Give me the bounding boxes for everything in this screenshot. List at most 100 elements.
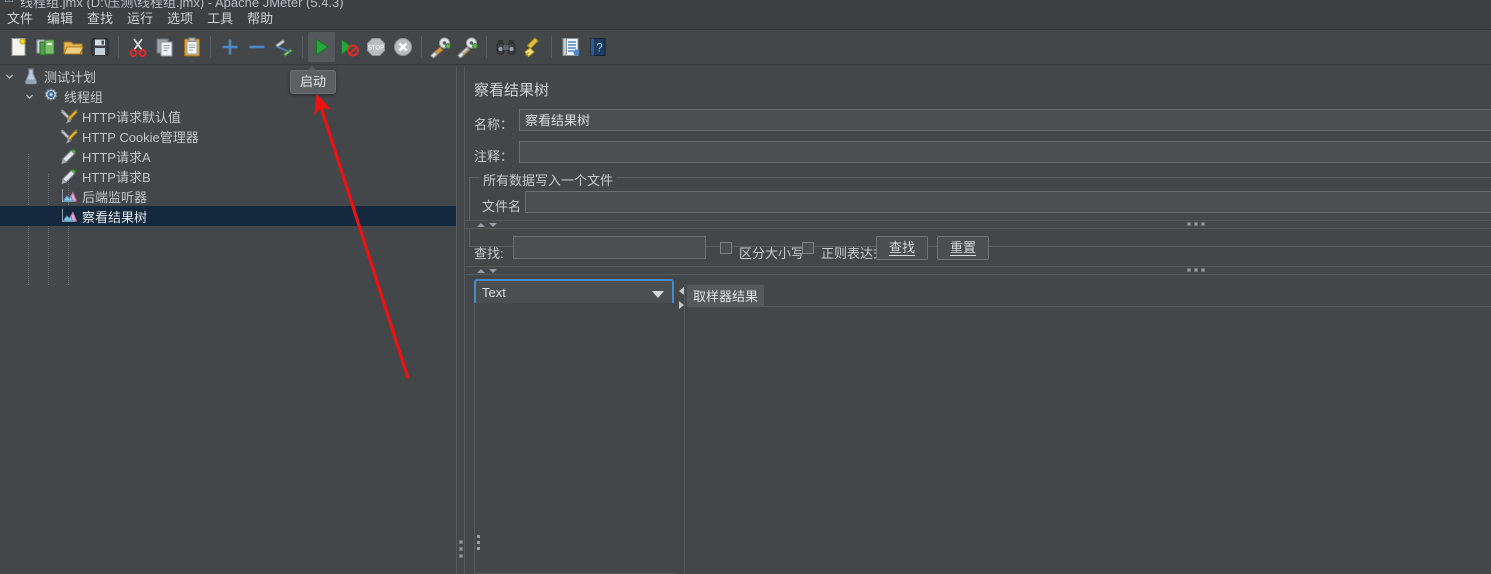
toolbar-expand-all[interactable] [216, 32, 243, 62]
menu-options[interactable]: 选项 [160, 9, 200, 29]
comment-input[interactable] [519, 141, 1491, 163]
splitter-grip-dots[interactable] [1187, 222, 1205, 226]
reset-button[interactable]: 重置 [937, 236, 989, 260]
tree-node-http-defaults[interactable]: HTTP请求默认值 [0, 106, 456, 126]
menu-help[interactable]: 帮助 [240, 9, 280, 29]
tree-node-http-request-a[interactable]: HTTP请求A [0, 146, 456, 166]
comment-label: 注释： [474, 149, 514, 164]
menu-search[interactable]: 查找 [80, 9, 120, 29]
splitter-collapse-arrows[interactable] [477, 221, 497, 228]
toolbar-clear-all[interactable] [454, 32, 481, 62]
result-content-area[interactable] [687, 308, 1491, 574]
toolbar-separator-2 [210, 36, 211, 58]
binoculars-icon [496, 40, 515, 55]
config-tools-icon [60, 129, 78, 144]
start-no-timers-icon [340, 38, 359, 57]
toolbar-start[interactable] [308, 32, 335, 62]
splitter-grip-dots[interactable] [1187, 268, 1205, 272]
toolbar-start-no-pauses[interactable] [335, 32, 362, 62]
filename-input[interactable] [525, 191, 1491, 213]
toolbar-open[interactable] [59, 32, 86, 62]
tree-node-label: 线程组 [64, 89, 104, 105]
results-list-pane[interactable] [474, 303, 683, 574]
tree-node-label: 后端监听器 [82, 189, 148, 205]
toolbar-shutdown[interactable] [389, 32, 416, 62]
tree-node-label: HTTP请求A [82, 149, 151, 165]
toolbar-help[interactable]: ? [584, 32, 611, 62]
toolbar-separator-1 [118, 36, 119, 58]
menu-bar: 文件 编辑 查找 运行 选项 工具 帮助 [0, 9, 1491, 30]
toolbar-paste[interactable] [178, 32, 205, 62]
templates-icon [36, 39, 54, 56]
tree-node-test-plan[interactable]: 测试计划 [0, 66, 456, 86]
start-button-tooltip: 启动 [290, 66, 337, 94]
tab-scroll-buttons[interactable] [677, 285, 687, 574]
toolbar-clear[interactable] [427, 32, 454, 62]
toolbar-save[interactable] [86, 32, 113, 62]
jmeter-window: ⚠ 线程组.jmx (D:\压测\线程组.jmx) - Apache JMete… [0, 0, 1491, 574]
menu-file[interactable]: 文件 [0, 9, 40, 29]
toolbar-templates[interactable] [32, 32, 59, 62]
find-button[interactable]: 查找 [876, 236, 928, 260]
plus-icon [222, 39, 237, 55]
name-input[interactable]: 察看结果树 [519, 109, 1491, 131]
config-tools-icon [60, 109, 78, 124]
tree-node-thread-group[interactable]: 线程组 [0, 86, 456, 106]
menu-tools[interactable]: 工具 [200, 9, 240, 29]
results-pane-grip[interactable] [477, 535, 480, 553]
tab-sampler-result[interactable]: 取样器结果 [687, 285, 765, 306]
minus-icon [249, 45, 264, 49]
reset-button-label: 重置 [949, 240, 976, 256]
tree-node-backend-listener[interactable]: 后端监听器 [0, 186, 456, 206]
splitter-collapse-arrows[interactable] [477, 267, 497, 274]
horizontal-splitter-bottom[interactable] [465, 266, 1491, 275]
toolbar-function-helper[interactable] [557, 32, 584, 62]
renderer-select[interactable]: Text [474, 279, 674, 306]
menu-run[interactable]: 运行 [120, 9, 160, 29]
chevron-down-icon[interactable] [22, 86, 36, 106]
horizontal-splitter-top[interactable] [465, 220, 1491, 229]
chevron-down-icon[interactable] [489, 222, 497, 227]
menu-edit[interactable]: 编辑 [40, 9, 80, 29]
regex-checkbox[interactable] [802, 242, 814, 254]
search-label: 查找: [474, 246, 504, 261]
chevron-up-icon[interactable] [477, 268, 485, 273]
splitter-grip[interactable] [459, 540, 463, 561]
name-label: 名称： [474, 117, 514, 132]
toolbar-separator-3 [302, 36, 303, 58]
toolbar-reset-search[interactable] [519, 32, 546, 62]
listener-chart-icon [62, 209, 78, 222]
toolbar-separator-4 [421, 36, 422, 58]
case-sensitive-label: 区分大小写 [739, 246, 805, 261]
chevron-down-icon[interactable] [2, 66, 16, 86]
tree-node-label: 察看结果树 [82, 209, 148, 225]
toolbar-copy[interactable] [151, 32, 178, 62]
result-tabs[interactable]: 取样器结果 [687, 285, 1491, 307]
reset-search-broom-icon [523, 37, 539, 58]
toolbar-cut[interactable] [124, 32, 151, 62]
toolbar-separator-5 [486, 36, 487, 58]
tree-node-http-cookie-manager[interactable]: HTTP Cookie管理器 [0, 126, 456, 146]
search-input[interactable] [513, 236, 706, 259]
svg-text:?: ? [596, 41, 603, 55]
stop-icon: STOP [366, 38, 385, 56]
test-plan-tree[interactable]: 测试计划 线程组 HTTP请求默认值 HTTP Cookie管理器 HTTP请求… [0, 66, 456, 574]
chevron-down-icon[interactable] [652, 291, 664, 298]
chevron-down-icon[interactable] [489, 268, 497, 273]
new-document-icon [11, 38, 26, 56]
toolbar-search[interactable] [492, 32, 519, 62]
toolbar-toggle[interactable] [270, 32, 297, 62]
title-bar: ⚠ 线程组.jmx (D:\压测\线程组.jmx) - Apache JMete… [0, 0, 1491, 9]
sampler-pipette-icon [61, 167, 78, 185]
toolbar-new[interactable] [5, 32, 32, 62]
tree-node-http-request-b[interactable]: HTTP请求B [0, 166, 456, 186]
toolbar-collapse-all[interactable] [243, 32, 270, 62]
chevron-up-icon[interactable] [477, 222, 485, 227]
toolbar-stop[interactable]: STOP [362, 32, 389, 62]
main-vertical-splitter[interactable] [456, 66, 465, 574]
save-floppy-icon [91, 38, 108, 56]
cut-scissors-icon [129, 38, 146, 57]
case-sensitive-checkbox[interactable] [720, 242, 732, 254]
tree-node-label: HTTP请求默认值 [82, 109, 181, 125]
tree-node-view-results-tree[interactable]: 察看结果树 [0, 206, 456, 226]
